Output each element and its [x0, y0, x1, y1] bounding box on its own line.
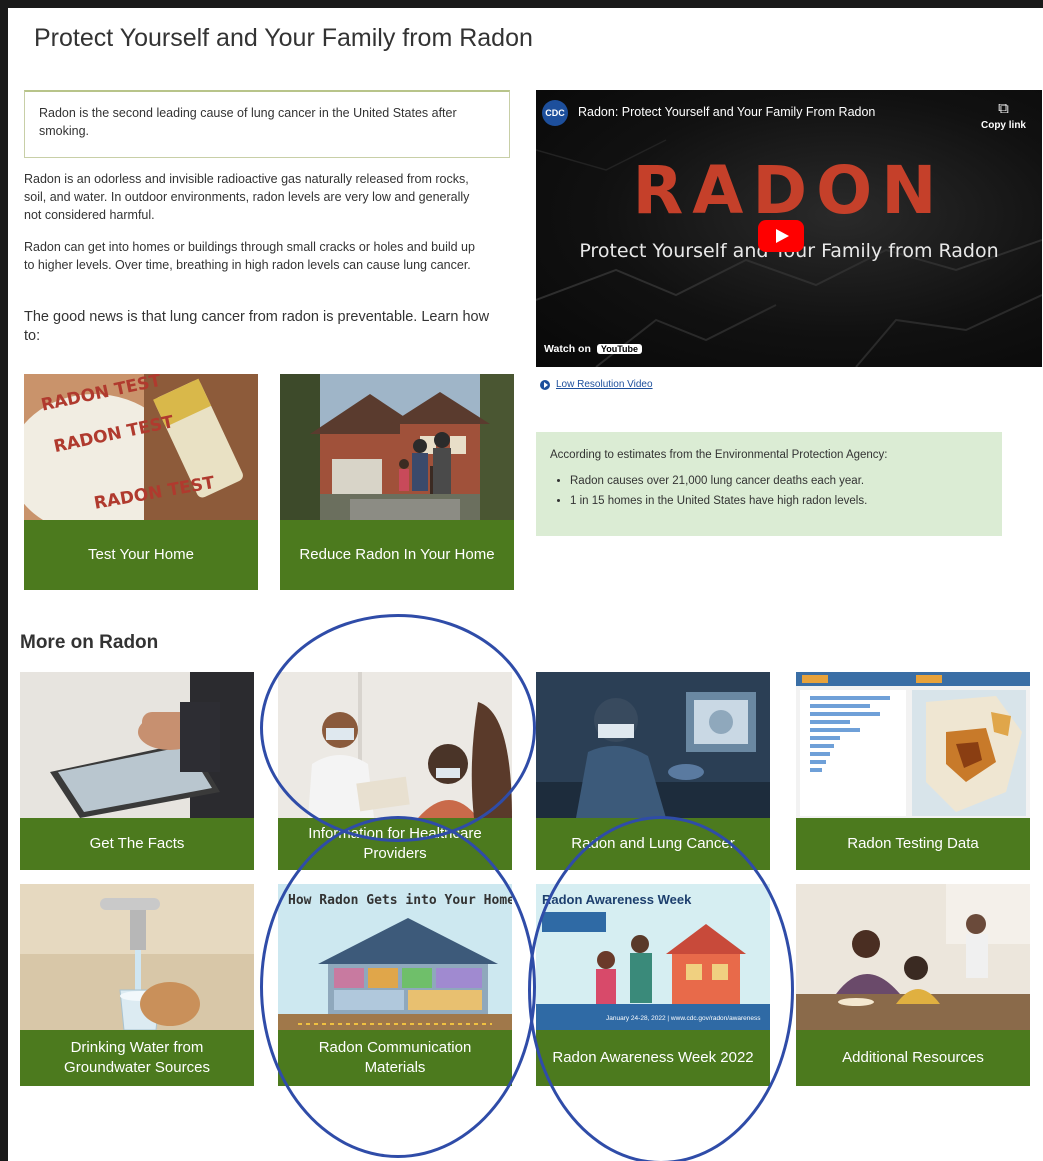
copy-link-button[interactable]: ⧉ Copy link — [981, 100, 1026, 131]
card-label: Test Your Home — [24, 520, 258, 590]
card-radon-awareness-week[interactable]: Radon Awareness Week January 24-28, 2022… — [536, 884, 770, 1086]
video-big-title: RADON — [632, 152, 946, 229]
video-title[interactable]: Radon: Protect Yourself and Your Family … — [578, 105, 875, 119]
window-frame-top — [0, 0, 1043, 8]
card-radon-testing-data[interactable]: Radon Testing Data — [796, 672, 1030, 870]
image-title-text: How Radon Gets into Your Home — [288, 893, 512, 908]
card-label: Information for Healthcare Providers — [278, 818, 512, 870]
intro-callout: Radon is the second leading cause of lun… — [24, 90, 510, 158]
card-test-your-home[interactable]: RADON TEST RADON TEST RADON TEST Test Yo… — [24, 374, 258, 590]
card-label: Radon Testing Data — [796, 818, 1030, 870]
epa-facts-box: According to estimates from the Environm… — [536, 432, 1002, 536]
card-image-doctor-patient — [278, 672, 512, 818]
play-circle-icon — [540, 379, 550, 390]
page-title: Protect Yourself and Your Family from Ra… — [34, 24, 533, 52]
play-button[interactable] — [758, 220, 804, 252]
intro-paragraph-2: Radon can get into homes or buildings th… — [24, 240, 475, 272]
image-title-text: Radon Awareness Week — [542, 892, 692, 907]
card-image-awareness-week: Radon Awareness Week January 24-28, 2022… — [536, 884, 770, 1030]
card-label: Additional Resources — [796, 1030, 1030, 1086]
image-footer-text: January 24-28, 2022 | www.cdc.gov/radon/… — [606, 1015, 761, 1022]
card-label: Get The Facts — [20, 818, 254, 870]
watch-on-youtube[interactable]: Watch on YouTube — [544, 343, 643, 355]
card-image-tablet — [20, 672, 254, 818]
card-image-family-kitchen — [796, 884, 1030, 1030]
card-label: Reduce Radon In Your Home — [280, 520, 514, 590]
card-drinking-water[interactable]: Drinking Water from Groundwater Sources — [20, 884, 254, 1086]
card-image-house-family — [280, 374, 514, 520]
card-get-the-facts[interactable]: Get The Facts — [20, 672, 254, 870]
low-resolution-video-link[interactable]: Low Resolution Video — [540, 379, 653, 390]
card-radon-lung-cancer[interactable]: Radon and Lung Cancer — [536, 672, 770, 870]
low-res-label: Low Resolution Video — [556, 379, 653, 390]
card-label: Drinking Water from Groundwater Sources — [20, 1030, 254, 1086]
card-additional-resources[interactable]: Additional Resources — [796, 884, 1030, 1086]
cdc-logo[interactable]: CDC — [542, 100, 568, 126]
intro-paragraph-3: The good news is that lung cancer from r… — [24, 309, 490, 344]
card-communication-materials[interactable]: How Radon Gets into Your Home Radon Comm… — [278, 884, 512, 1086]
card-label: Radon Awareness Week 2022 — [536, 1030, 770, 1086]
card-label: Radon and Lung Cancer — [536, 818, 770, 870]
copy-link-label: Copy link — [980, 120, 1026, 131]
epa-bullet: 1 in 15 homes in the United States have … — [570, 492, 988, 510]
video-player[interactable]: CDC Radon: Protect Yourself and Your Fam… — [536, 90, 1042, 367]
more-on-radon-heading: More on Radon — [20, 632, 159, 653]
card-image-water-glass — [20, 884, 254, 1030]
card-image-radon-test: RADON TEST RADON TEST RADON TEST — [24, 374, 258, 520]
card-reduce-radon[interactable]: Reduce Radon In Your Home — [280, 374, 514, 590]
youtube-logo-icon: YouTube — [596, 344, 643, 354]
watch-on-label: Watch on — [544, 343, 591, 355]
window-frame-left — [0, 0, 8, 1161]
epa-intro: According to estimates from the Environm… — [550, 449, 888, 461]
copy-icon: ⧉ — [998, 100, 1009, 117]
card-healthcare-providers[interactable]: Information for Healthcare Providers — [278, 672, 512, 870]
epa-bullet: Radon causes over 21,000 lung cancer dea… — [570, 472, 988, 490]
card-image-house-diagram: How Radon Gets into Your Home — [278, 884, 512, 1030]
intro-paragraph-1: Radon is an odorless and invisible radio… — [24, 172, 470, 222]
page-content: Protect Yourself and Your Family from Ra… — [8, 8, 1043, 1161]
card-image-data-dashboard — [796, 672, 1030, 818]
card-image-clinician-scan — [536, 672, 770, 818]
epa-bullet-list: Radon causes over 21,000 lung cancer dea… — [550, 472, 988, 510]
card-label: Radon Communication Materials — [278, 1030, 512, 1086]
